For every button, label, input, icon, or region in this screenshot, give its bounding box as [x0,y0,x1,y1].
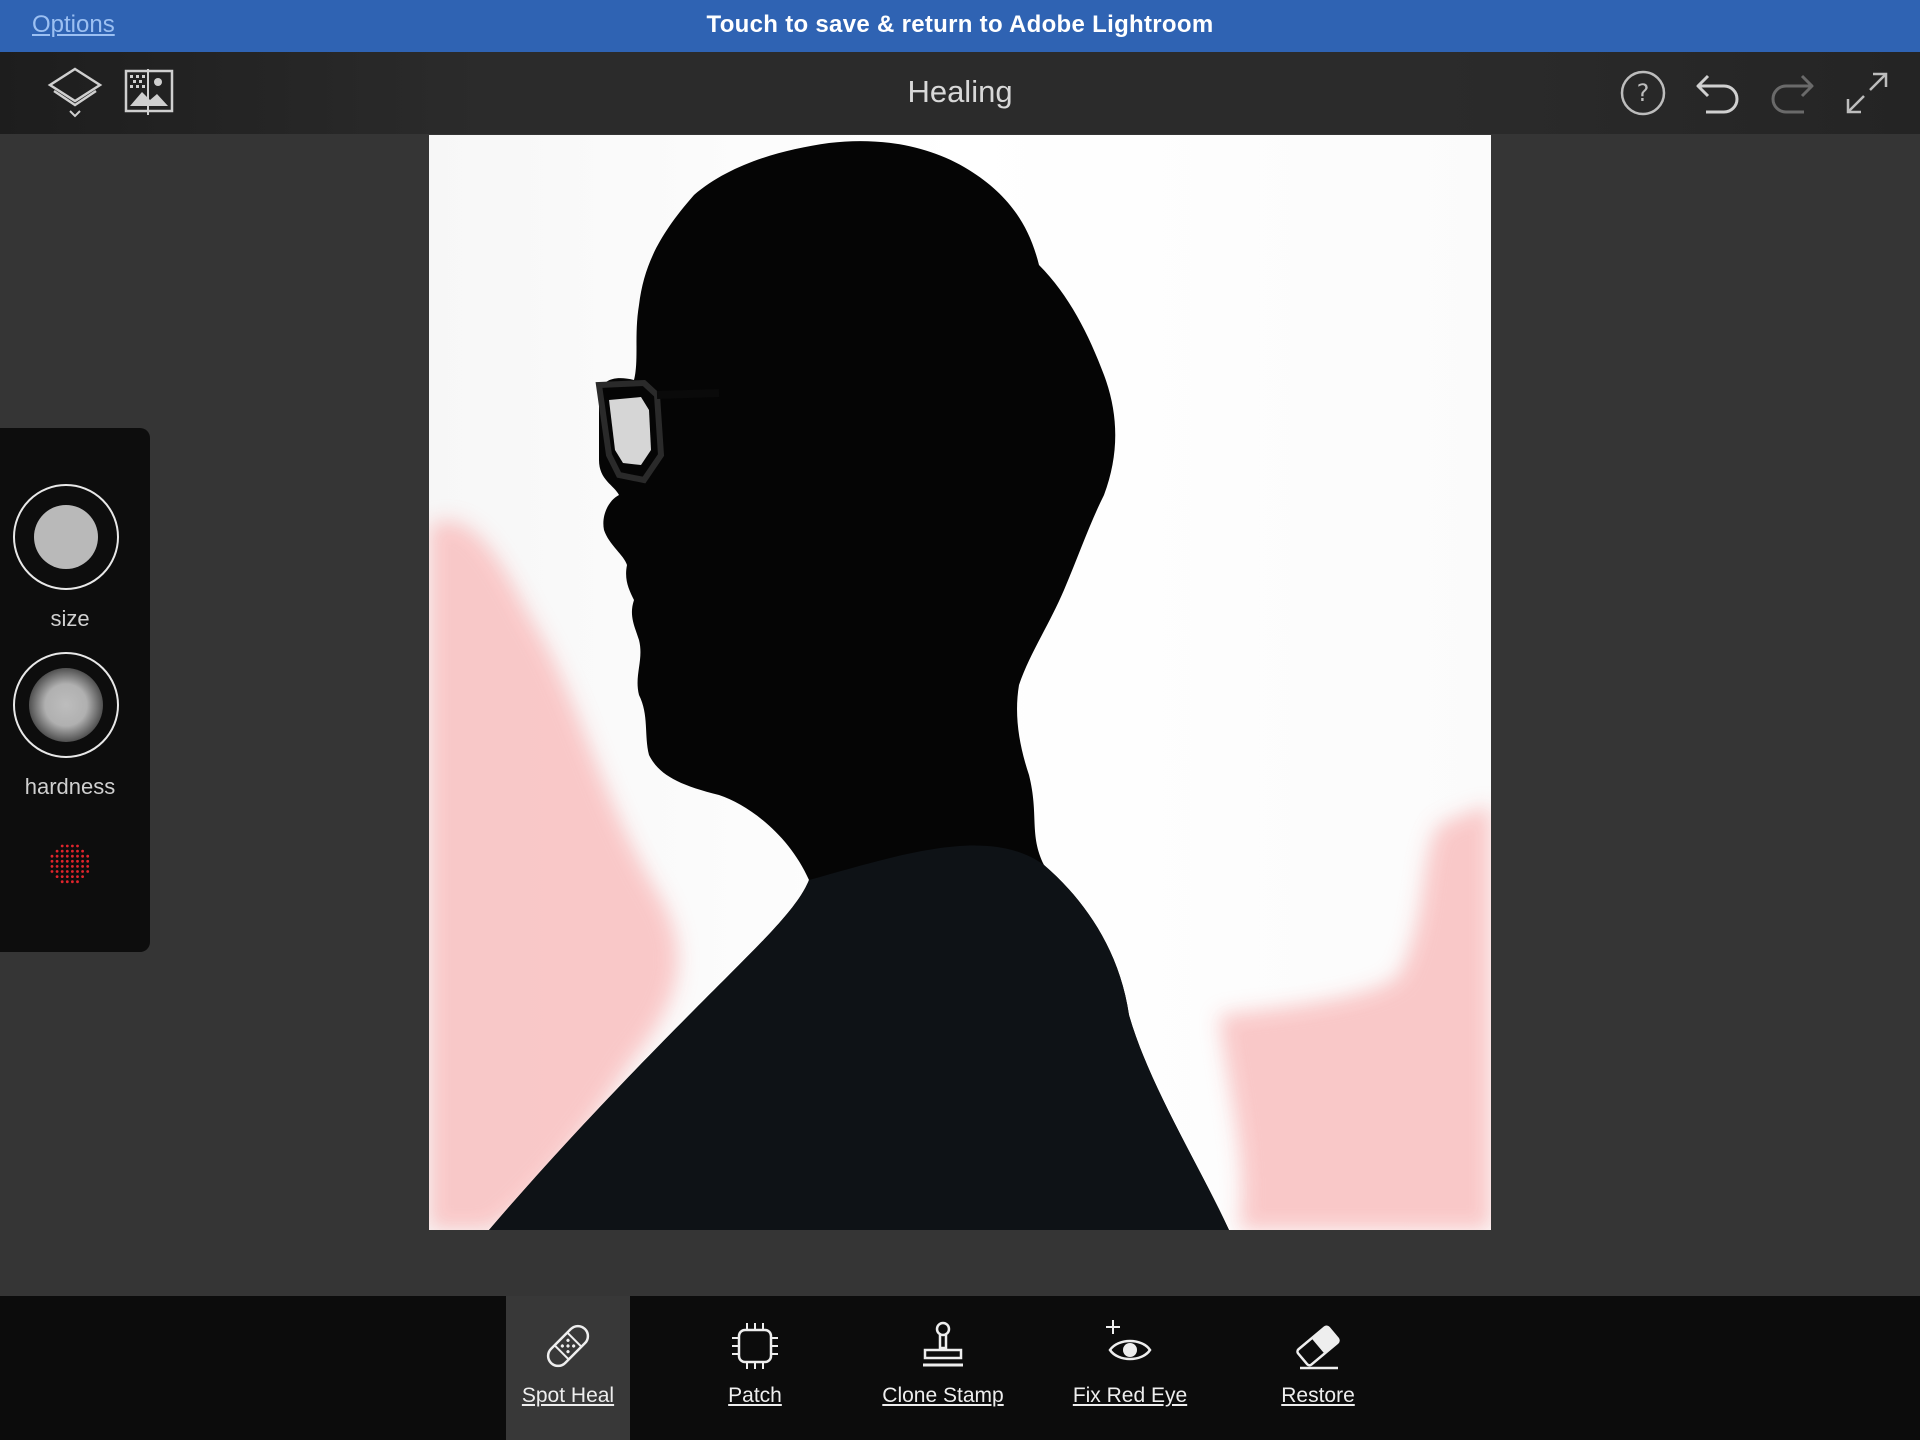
hardness-label: hardness [24,774,116,799]
stamp-icon [881,1318,1005,1374]
tool-clone-stamp[interactable]: Clone Stamp [881,1296,1005,1440]
dot-grid-icon[interactable] [48,842,92,891]
return-to-lightroom-bar[interactable]: Options Touch to save & return to Adobe … [0,0,1920,52]
tool-label: Spot Heal [521,1384,615,1407]
patch-icon [693,1318,817,1374]
bandage-icon [506,1318,630,1374]
tool-label: Patch [728,1384,782,1407]
redo-icon[interactable] [1766,66,1818,118]
healing-tools-toolbar: Spot Heal Patch Clone Stamp Fix Red Eye … [0,1296,1920,1440]
svg-text:?: ? [1637,79,1650,107]
tool-fix-red-eye[interactable]: Fix Red Eye [1068,1296,1192,1440]
tool-label: Fix Red Eye [1072,1384,1188,1407]
tool-label: Restore [1281,1384,1355,1407]
fullscreen-icon[interactable] [1842,68,1892,118]
brush-size-preview [34,505,98,569]
tool-label: Clone Stamp [882,1384,1004,1407]
tool-spot-heal[interactable]: Spot Heal [506,1296,630,1440]
brush-settings-panel: size hardness [0,428,150,952]
eraser-icon [1256,1318,1380,1374]
brush-size-control[interactable] [13,484,119,590]
red-eye-icon [1068,1318,1192,1374]
tool-patch[interactable]: Patch [693,1296,817,1440]
header-bar: Healing ? [0,52,1920,134]
undo-icon[interactable] [1692,66,1744,118]
options-link[interactable]: Options [32,11,115,39]
tool-restore[interactable]: Restore [1256,1296,1380,1440]
save-return-text[interactable]: Touch to save & return to Adobe Lightroo… [707,11,1214,38]
silhouette-photo [429,135,1491,1230]
size-label: size [50,606,90,631]
save-return-banner[interactable]: Touch to save & return to Adobe Lightroo… [0,11,1920,39]
brush-hardness-control[interactable] [13,652,119,758]
help-icon[interactable]: ? [1618,68,1668,118]
photo-canvas[interactable] [429,135,1491,1230]
brush-hardness-preview [29,668,103,742]
